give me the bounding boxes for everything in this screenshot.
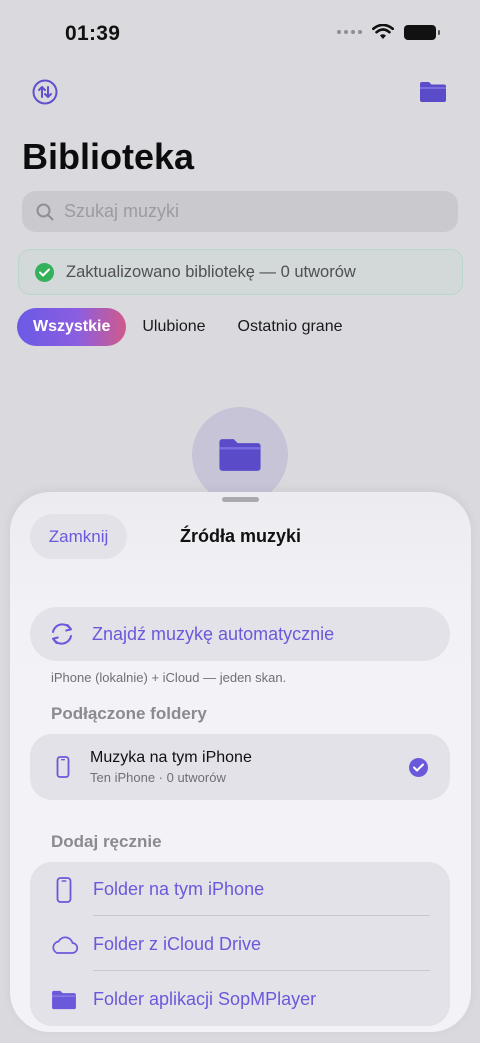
iphone-icon: [56, 756, 70, 778]
add-iphone-folder-button[interactable]: Folder na tym iPhone: [30, 862, 450, 917]
sort-button[interactable]: [29, 76, 61, 108]
status-time: 01:39: [65, 22, 121, 45]
update-banner: Zaktualizowano bibliotekę — 0 utworów: [18, 249, 463, 295]
divider: [93, 970, 430, 971]
wifi-icon: [372, 24, 394, 39]
checkmark-icon: [35, 262, 54, 282]
music-sources-sheet: Zamknij Źródła muzyki Znajdź muzykę auto…: [10, 492, 471, 1032]
folder-name: Muzyka na tym iPhone: [90, 749, 252, 766]
add-iphone-folder-label: Folder na tym iPhone: [93, 879, 265, 899]
sort-arrows-icon: [32, 79, 58, 105]
divider: [93, 915, 430, 916]
add-icloud-folder-button[interactable]: Folder z iCloud Drive: [30, 917, 450, 972]
auto-scan-hint: iPhone (lokalnie) + iCloud — jeden skan.: [51, 670, 287, 685]
sheet-grabber[interactable]: [222, 497, 259, 502]
iphone-icon: [56, 876, 72, 903]
empty-state-icon: [192, 407, 288, 503]
cloud-icon: [52, 935, 78, 954]
add-manually-list: Folder na tym iPhone Folder z iCloud Dri…: [30, 862, 450, 1026]
search-icon: [36, 203, 54, 220]
page-title: Biblioteka: [22, 136, 195, 177]
battery-icon: [404, 24, 440, 40]
folder-icon: [219, 439, 261, 471]
add-icloud-folder-label: Folder z iCloud Drive: [93, 934, 262, 954]
refresh-icon: [52, 623, 72, 645]
connected-folder-item[interactable]: Muzyka na tym iPhone Ten iPhone · 0 utwo…: [30, 734, 450, 800]
filter-tabs: Wszystkie Ulubione Ostatnio grane: [17, 308, 358, 346]
selected-check-icon: [409, 758, 428, 777]
connected-folders-header: Podłączone foldery: [51, 704, 207, 723]
add-app-folder-button[interactable]: Folder aplikacji SopMPlayer: [30, 972, 450, 1027]
add-app-folder-label: Folder aplikacji SopMPlayer: [93, 989, 317, 1009]
status-bar: 01:39: [0, 0, 480, 70]
filter-all[interactable]: Wszystkie: [17, 308, 127, 346]
filter-favorites[interactable]: Ulubione: [126, 308, 221, 346]
filter-recent[interactable]: Ostatnio grane: [222, 308, 359, 346]
sheet-title: Źródła muzyki: [179, 526, 302, 546]
folder-icon: [420, 82, 446, 102]
banner-text: Zaktualizowano bibliotekę — 0 utworów: [66, 262, 356, 281]
search-field[interactable]: Szukaj muzyki: [22, 191, 458, 232]
auto-scan-label: Znajdź muzykę automatycznie: [92, 623, 335, 644]
folder-button[interactable]: [417, 76, 449, 108]
add-manually-header: Dodaj ręcznie: [51, 832, 162, 851]
auto-scan-button[interactable]: Znajdź muzykę automatycznie: [30, 607, 450, 661]
folder-icon: [52, 990, 76, 1009]
folder-subtitle: Ten iPhone · 0 utworów: [90, 770, 226, 785]
signal-icon: [337, 30, 362, 34]
search-placeholder: Szukaj muzyki: [64, 201, 180, 221]
status-icons: [337, 24, 440, 40]
